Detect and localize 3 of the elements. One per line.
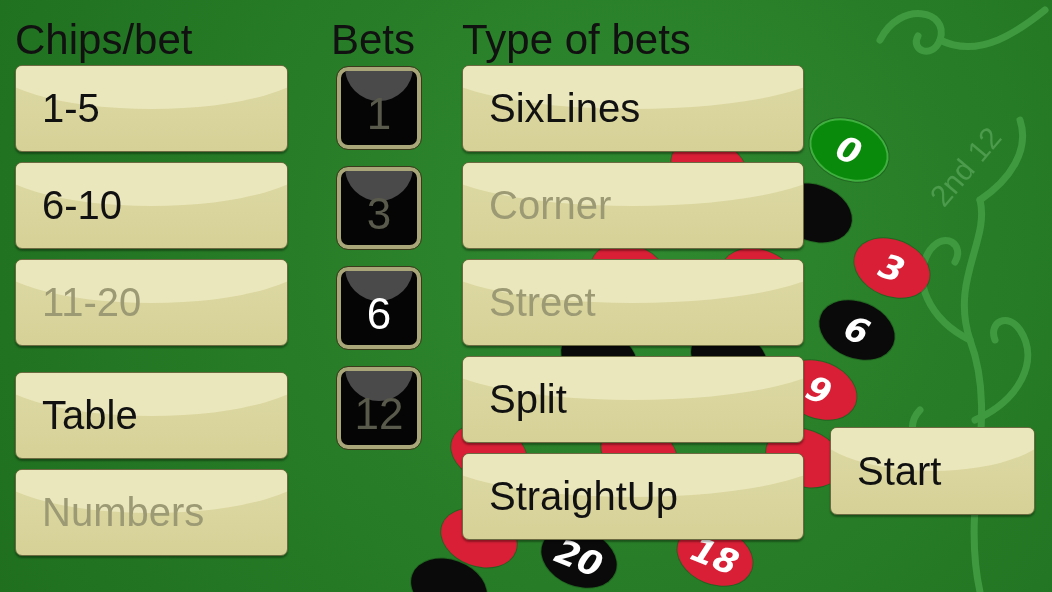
column-heading: Bets — [331, 15, 417, 65]
column-heading: Type of bets — [462, 15, 692, 65]
column-heading: Chips/bet — [15, 15, 194, 65]
